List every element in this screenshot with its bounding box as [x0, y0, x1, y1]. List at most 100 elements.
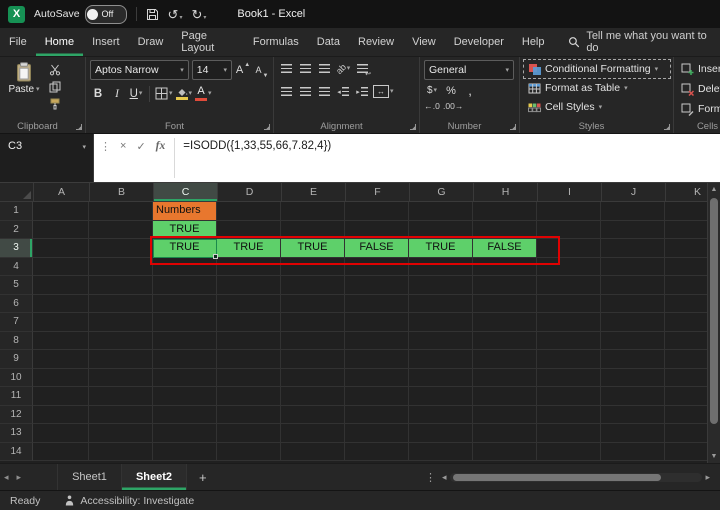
cell-B7[interactable] — [89, 313, 153, 332]
font-size-combo[interactable]: 14▾ — [192, 60, 232, 80]
cell-C5[interactable] — [153, 276, 217, 295]
number-dialog-launcher[interactable] — [508, 122, 517, 131]
undo-button[interactable]: ↺▾ — [168, 8, 183, 21]
fill-handle[interactable] — [213, 254, 218, 259]
cell-F12[interactable] — [345, 406, 409, 425]
cell-E10[interactable] — [281, 369, 345, 388]
align-top-button[interactable] — [278, 60, 294, 77]
cell-D13[interactable] — [217, 424, 281, 443]
row-header-5[interactable]: 5 — [0, 276, 33, 295]
cell-C7[interactable] — [153, 313, 217, 332]
cell-D1[interactable] — [217, 202, 281, 221]
cell-A8[interactable] — [33, 332, 89, 351]
cell-B1[interactable] — [89, 202, 153, 221]
column-header-J[interactable]: J — [602, 183, 666, 202]
cell-A13[interactable] — [33, 424, 89, 443]
cell-H6[interactable] — [473, 295, 537, 314]
merge-center-button[interactable]: ↔▾ — [373, 83, 394, 100]
cell-A7[interactable] — [33, 313, 89, 332]
decrease-indent-button[interactable]: ◂ — [335, 83, 351, 100]
cell-J4[interactable] — [601, 258, 665, 277]
align-left-button[interactable] — [278, 83, 294, 100]
cell-A12[interactable] — [33, 406, 89, 425]
cell-C9[interactable] — [153, 350, 217, 369]
cell-H13[interactable] — [473, 424, 537, 443]
font-color-button[interactable]: A▾ — [195, 85, 212, 102]
cell-styles-button[interactable]: Cell Styles▾ — [524, 98, 670, 116]
column-header-H[interactable]: H — [474, 183, 538, 202]
tab-developer[interactable]: Developer — [445, 28, 513, 56]
cell-C6[interactable] — [153, 295, 217, 314]
wrap-text-button[interactable]: ↩ — [354, 60, 370, 77]
cell-D7[interactable] — [217, 313, 281, 332]
row-header-1[interactable]: 1 — [0, 202, 33, 221]
column-header-I[interactable]: I — [538, 183, 602, 202]
cell-C11[interactable] — [153, 387, 217, 406]
row-header-4[interactable]: 4 — [0, 258, 33, 277]
cell-B12[interactable] — [89, 406, 153, 425]
align-bottom-button[interactable] — [316, 60, 332, 77]
cell-I10[interactable] — [537, 369, 601, 388]
tab-data[interactable]: Data — [308, 28, 349, 56]
cell-F10[interactable] — [345, 369, 409, 388]
scroll-up-icon[interactable]: ▲ — [711, 183, 718, 196]
cell-G5[interactable] — [409, 276, 473, 295]
cell-B4[interactable] — [89, 258, 153, 277]
cell-G1[interactable] — [409, 202, 473, 221]
cell-H3[interactable]: FALSE — [473, 239, 537, 258]
row-header-2[interactable]: 2 — [0, 221, 33, 240]
cell-A3[interactable] — [33, 239, 89, 258]
column-header-A[interactable]: A — [34, 183, 90, 202]
increase-decimal-button[interactable]: ←.0 — [424, 97, 440, 114]
sheet-tab-sheet2[interactable]: Sheet2 — [122, 464, 187, 490]
column-header-E[interactable]: E — [282, 183, 346, 202]
cell-I14[interactable] — [537, 443, 601, 462]
cell-G11[interactable] — [409, 387, 473, 406]
cell-B9[interactable] — [89, 350, 153, 369]
cell-A11[interactable] — [33, 387, 89, 406]
orientation-button[interactable]: ab▾ — [335, 60, 351, 77]
cell-I11[interactable] — [537, 387, 601, 406]
cell-I8[interactable] — [537, 332, 601, 351]
cell-B5[interactable] — [89, 276, 153, 295]
vertical-scroll-thumb[interactable] — [710, 198, 718, 424]
row-header-7[interactable]: 7 — [0, 313, 33, 332]
cell-D9[interactable] — [217, 350, 281, 369]
cell-D5[interactable] — [217, 276, 281, 295]
cell-H4[interactable] — [473, 258, 537, 277]
scroll-right-icon[interactable]: ▸ — [705, 472, 710, 483]
cell-F14[interactable] — [345, 443, 409, 462]
cell-H8[interactable] — [473, 332, 537, 351]
cell-I3[interactable] — [537, 239, 601, 258]
row-header-10[interactable]: 10 — [0, 369, 33, 388]
horizontal-scroll-track[interactable] — [450, 473, 703, 482]
alignment-dialog-launcher[interactable] — [408, 122, 417, 131]
enter-button[interactable]: ✓ — [131, 134, 150, 182]
cell-G13[interactable] — [409, 424, 473, 443]
scroll-down-icon[interactable]: ▼ — [711, 450, 718, 463]
cell-A9[interactable] — [33, 350, 89, 369]
cell-D2[interactable] — [217, 221, 281, 240]
tab-insert[interactable]: Insert — [83, 28, 129, 56]
cell-A2[interactable] — [33, 221, 89, 240]
tab-view[interactable]: View — [403, 28, 445, 56]
underline-button[interactable]: U▾ — [128, 85, 144, 102]
cell-B6[interactable] — [89, 295, 153, 314]
sheetbar-menu-icon[interactable]: ⋮ — [419, 464, 442, 490]
fill-color-button[interactable]: ▾ — [176, 85, 193, 102]
cell-H9[interactable] — [473, 350, 537, 369]
tab-file[interactable]: File — [0, 28, 36, 56]
cell-F8[interactable] — [345, 332, 409, 351]
sheet-tab-sheet1[interactable]: Sheet1 — [57, 464, 122, 490]
borders-button[interactable]: ▾ — [155, 85, 173, 102]
cell-B14[interactable] — [89, 443, 153, 462]
cell-H11[interactable] — [473, 387, 537, 406]
column-header-B[interactable]: B — [90, 183, 154, 202]
cell-B3[interactable] — [89, 239, 153, 258]
cell-G2[interactable] — [409, 221, 473, 240]
delete-cells-button[interactable]: Delete▾ — [678, 80, 720, 98]
styles-dialog-launcher[interactable] — [662, 122, 671, 131]
cell-H12[interactable] — [473, 406, 537, 425]
horizontal-scroll-thumb[interactable] — [453, 474, 661, 481]
cell-J1[interactable] — [601, 202, 665, 221]
